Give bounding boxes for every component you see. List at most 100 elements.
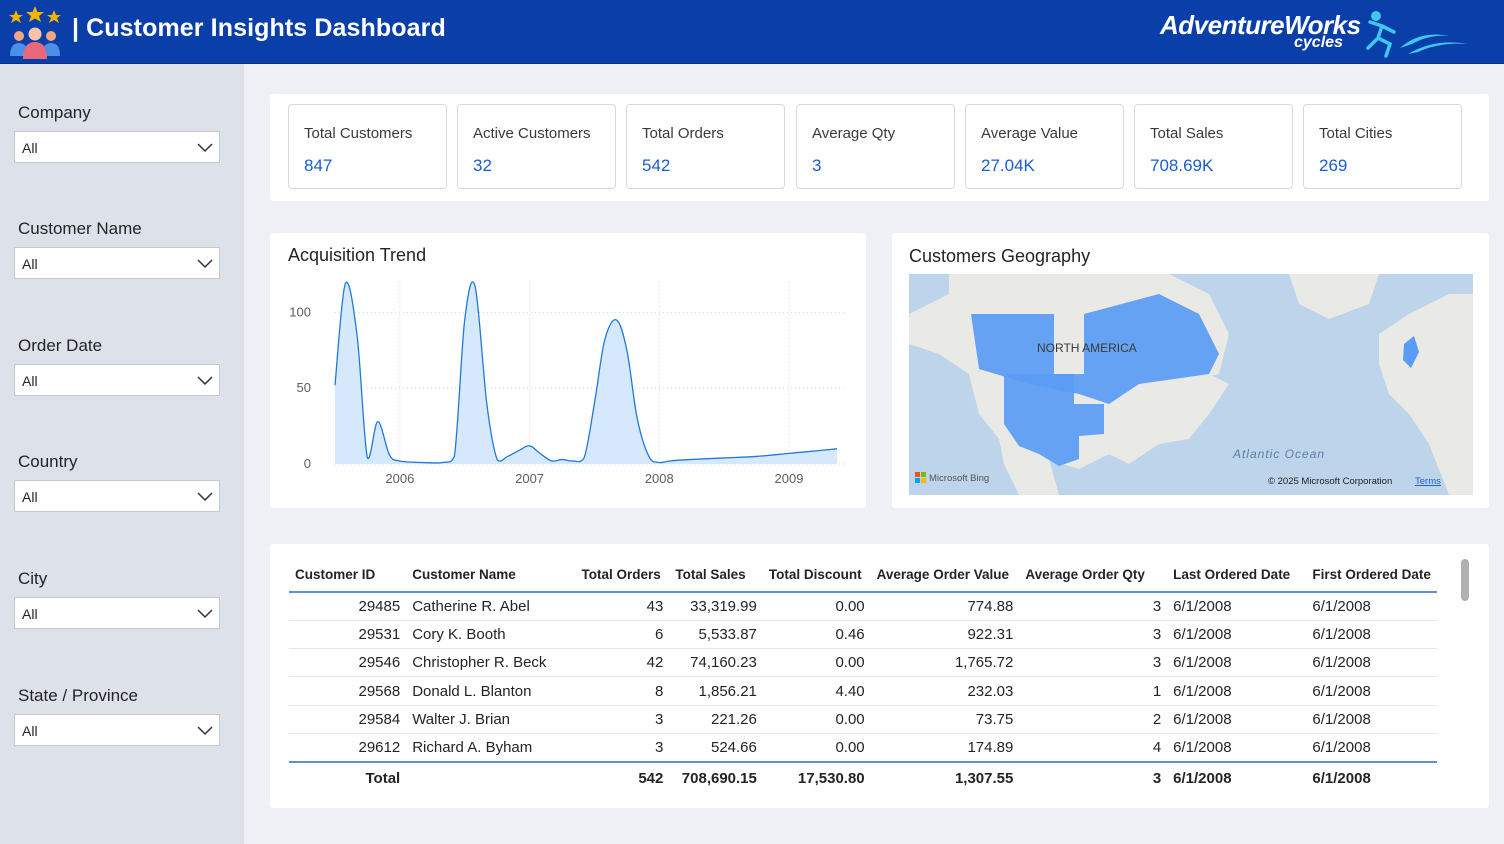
table-row[interactable]: 29546 Christopher R. Beck 42 74,160.23 0.00 1… [289, 648, 1437, 678]
total-cell [406, 760, 576, 794]
table-cell: 524.66 [669, 733, 763, 763]
geography-map[interactable]: NORTH AMERICA Atlantic Ocean Microsoft B… [909, 274, 1473, 495]
table-row[interactable]: 29485 Catherine R. Abel 43 33,319.99 0.00 774… [289, 592, 1437, 621]
column-header[interactable]: Average Order Value [870, 558, 1020, 593]
kpi-label: Total Cities [1319, 125, 1393, 142]
chevron-down-icon [197, 376, 213, 386]
table-cell: Donald L. Blanton [406, 676, 576, 706]
kpi-card-total-orders[interactable]: Total Orders 542 [626, 104, 785, 189]
slicer-label: Order Date [18, 336, 103, 355]
map-ocean-label: Atlantic Ocean [1232, 447, 1325, 461]
kpi-card-average-value[interactable]: Average Value 27.04K [965, 104, 1124, 189]
table-cell: 6/1/2008 [1167, 648, 1307, 678]
map-region-label: NORTH AMERICA [1037, 341, 1137, 355]
x-tick-label: 2008 [645, 471, 674, 486]
column-header[interactable]: Total Orders [575, 558, 670, 593]
table-cell: 232.03 [870, 676, 1020, 706]
kpi-label: Total Customers [304, 125, 413, 142]
table-cell: 0.00 [762, 733, 871, 763]
kpi-value: 3 [812, 156, 822, 175]
table-cell: 221.26 [669, 705, 763, 734]
slicer-dropdown[interactable]: All [14, 714, 220, 746]
table-cell: 6 [575, 620, 670, 650]
table-cell: 4.40 [762, 676, 871, 706]
table-cell: 74,160.23 [669, 648, 763, 678]
chevron-down-icon [197, 143, 213, 153]
table-cell: Richard A. Byham [406, 733, 576, 763]
total-cell: 1,307.55 [870, 760, 1020, 794]
dashboard-title: | Customer Insights Dashboard [72, 14, 446, 42]
slicer-country: Country All [14, 452, 220, 512]
table-cell: 6/1/2008 [1306, 705, 1437, 734]
table-cell: 29612 [289, 733, 407, 763]
table-cell: 5,533.87 [669, 620, 763, 650]
table-cell: 6/1/2008 [1306, 733, 1437, 763]
table-cell: 8 [575, 676, 670, 706]
table-cell: 3 [575, 733, 670, 763]
total-cell: 6/1/2008 [1167, 760, 1307, 794]
table-cell: 0.00 [762, 592, 871, 621]
total-cell: 3 [1019, 760, 1168, 794]
kpi-card-total-sales[interactable]: Total Sales 708.69K [1134, 104, 1293, 189]
kpi-card-total-cities[interactable]: Total Cities 269 [1303, 104, 1462, 189]
slicer-label: Customer Name [18, 219, 142, 238]
table-cell: 0.00 [762, 648, 871, 678]
column-header[interactable]: Total Discount [762, 558, 871, 593]
table-cell: 0.00 [762, 705, 871, 734]
kpi-value: 708.69K [1150, 156, 1214, 175]
table-cell: 174.89 [870, 733, 1020, 763]
slicer-customer-name: Customer Name All [14, 219, 220, 279]
kpi-card-total-customers[interactable]: Total Customers 847 [288, 104, 447, 189]
table-cell: 774.88 [870, 592, 1020, 621]
acquisition-trend-title: Acquisition Trend [288, 245, 427, 265]
table-cell: 6/1/2008 [1167, 705, 1307, 734]
table-scrollbar[interactable] [1461, 559, 1469, 601]
slicer-label: Company [18, 103, 91, 122]
slicer-dropdown[interactable]: All [14, 480, 220, 512]
chevron-down-icon [197, 726, 213, 736]
table-cell: Walter J. Brian [406, 705, 576, 734]
slicer-label: City [18, 569, 48, 588]
trend-line[interactable] [334, 281, 838, 464]
table-cell: 6/1/2008 [1306, 676, 1437, 706]
table-row[interactable]: 29612 Richard A. Byham 3 524.66 0.00 174.89 4 6… [289, 733, 1437, 763]
kpi-value: 32 [473, 156, 492, 175]
kpi-value: 269 [1319, 156, 1348, 175]
slicer-dropdown[interactable]: All [14, 364, 220, 396]
column-header[interactable]: Last Ordered Date [1167, 558, 1307, 593]
slicer-dropdown[interactable]: All [14, 247, 220, 279]
table-cell: 2 [1019, 705, 1168, 734]
column-header[interactable]: Total Sales [669, 558, 763, 593]
slicer-value: All [22, 606, 38, 622]
kpi-card-active-customers[interactable]: Active Customers 32 [457, 104, 616, 189]
table-row[interactable]: 29531 Cory K. Booth 6 5,533.87 0.46 922.31 3 6/… [289, 620, 1437, 650]
trend-area [335, 281, 837, 464]
kpi-card-average-qty[interactable]: Average Qty 3 [796, 104, 955, 189]
column-header[interactable]: First Ordered Date [1306, 558, 1437, 593]
slicer-city: City All [14, 569, 220, 629]
table-cell: 4 [1019, 733, 1168, 763]
kpi-label: Total Sales [1150, 125, 1224, 142]
map-copyright: © 2025 Microsoft Corporation [1268, 476, 1392, 487]
slicer-label: Country [18, 452, 78, 471]
slicer-dropdown[interactable]: All [14, 131, 220, 163]
slicer-dropdown[interactable]: All [14, 597, 220, 629]
table-cell: 29584 [289, 705, 407, 734]
acquisition-trend-chart[interactable]: 0 50 100 2006 2007 2008 2009 [270, 270, 866, 500]
map-terms-link: Terms [1415, 476, 1441, 487]
table-cell: 3 [1019, 648, 1168, 678]
slicer-value: All [22, 489, 38, 505]
kpi-label: Average Value [981, 125, 1079, 142]
table-cell: 29485 [289, 592, 407, 621]
header-bar: | Customer Insights Dashboard AdventureW… [0, 0, 1504, 64]
column-header[interactable]: Average Order Qty [1019, 558, 1168, 593]
table-cell: 3 [1019, 620, 1168, 650]
bing-label: Microsoft Bing [929, 473, 989, 484]
geography-title: Customers Geography [909, 246, 1091, 266]
table-row[interactable]: 29584 Walter J. Brian 3 221.26 0.00 73.75 2 6/1… [289, 705, 1437, 734]
column-header[interactable]: Customer Name [406, 558, 576, 593]
table-row[interactable]: 29568 Donald L. Blanton 8 1,856.21 4.40 232.0… [289, 676, 1437, 706]
chevron-down-icon [197, 609, 213, 619]
kpi-label: Average Qty [812, 125, 896, 142]
column-header[interactable]: Customer ID [289, 558, 407, 593]
